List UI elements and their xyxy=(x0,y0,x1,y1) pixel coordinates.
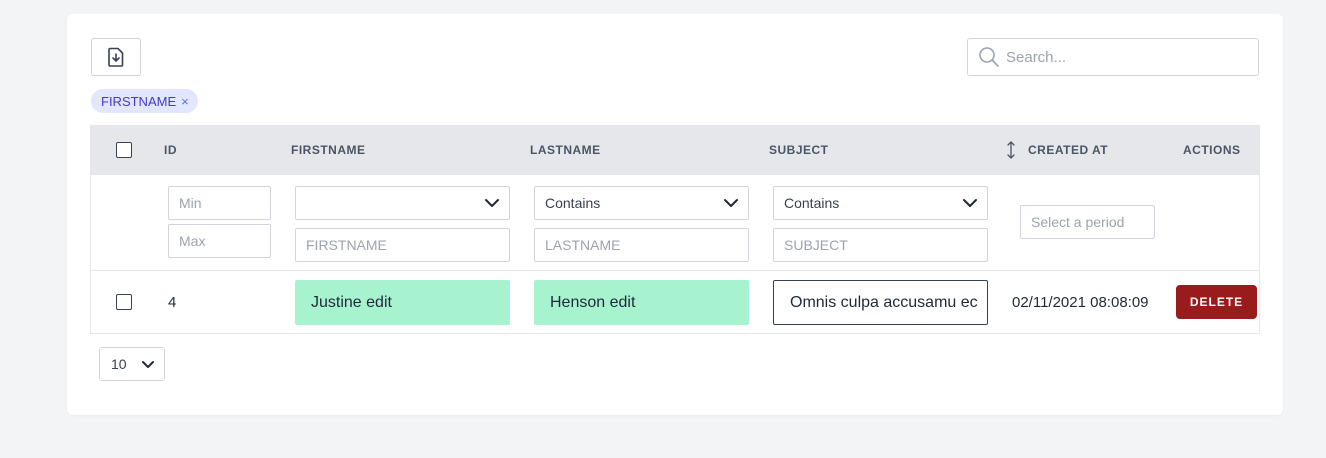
chevron-down-icon xyxy=(963,199,977,207)
datatable-card: FIRSTNAME × ID FIRSTNAME LASTNAME SUBJEC… xyxy=(67,14,1283,415)
filter-chip-label: FIRSTNAME xyxy=(101,93,177,109)
chevron-down-icon xyxy=(724,199,738,207)
sort-vertical-icon[interactable] xyxy=(1006,141,1016,159)
search-box[interactable] xyxy=(967,38,1259,76)
column-header-created-at[interactable]: CREATED AT xyxy=(1006,125,1108,175)
per-page-value: 10 xyxy=(111,356,127,372)
column-header-lastname[interactable]: LASTNAME xyxy=(530,125,601,175)
select-all-checkbox[interactable] xyxy=(116,142,132,158)
active-filter-chip: FIRSTNAME × xyxy=(91,89,198,113)
created-at-period-input[interactable]: Select a period xyxy=(1020,205,1155,239)
column-header-subject[interactable]: SUBJECT xyxy=(769,125,829,175)
per-page-select[interactable]: 10 xyxy=(99,347,165,381)
table-header: ID FIRSTNAME LASTNAME SUBJECT CREATED AT… xyxy=(91,125,1259,175)
filter-row: Min Max FIRSTNAME Contains LASTNAME Cont… xyxy=(91,175,1259,271)
subject-filter-input[interactable]: SUBJECT xyxy=(773,228,988,262)
subject-cell-input[interactable]: Omnis culpa accusamu ec xyxy=(773,280,988,325)
export-button[interactable] xyxy=(91,38,141,76)
remove-filter-icon[interactable]: × xyxy=(181,94,189,109)
lastname-cell-edited[interactable]: Henson edit xyxy=(534,280,749,325)
firstname-cell-edited[interactable]: Justine edit xyxy=(295,280,510,325)
created-at-value: 02/11/2021 08:08:09 xyxy=(1012,294,1149,311)
column-header-actions: ACTIONS xyxy=(1183,143,1241,157)
search-input[interactable] xyxy=(1006,48,1246,66)
row-id: 4 xyxy=(168,294,177,311)
data-table: ID FIRSTNAME LASTNAME SUBJECT CREATED AT… xyxy=(90,125,1260,334)
search-icon xyxy=(979,47,999,67)
id-max-input[interactable]: Max xyxy=(168,224,271,258)
lastname-filter-input[interactable]: LASTNAME xyxy=(534,228,749,262)
firstname-operator-select[interactable] xyxy=(295,186,510,220)
id-min-input[interactable]: Min xyxy=(168,186,271,220)
created-at-label: CREATED AT xyxy=(1028,143,1109,157)
chevron-down-icon xyxy=(485,199,499,207)
chevron-down-icon xyxy=(142,361,154,368)
file-download-icon xyxy=(108,47,124,67)
lastname-operator-select[interactable]: Contains xyxy=(534,186,749,220)
row-checkbox[interactable] xyxy=(116,294,132,310)
delete-button[interactable]: DELETE xyxy=(1176,285,1257,319)
column-header-firstname[interactable]: FIRSTNAME xyxy=(291,125,366,175)
column-header-id[interactable]: ID xyxy=(164,125,177,175)
table-row: 4 Justine edit Henson edit Omnis culpa a… xyxy=(91,271,1259,334)
subject-operator-select[interactable]: Contains xyxy=(773,186,988,220)
firstname-filter-input[interactable]: FIRSTNAME xyxy=(295,228,510,262)
